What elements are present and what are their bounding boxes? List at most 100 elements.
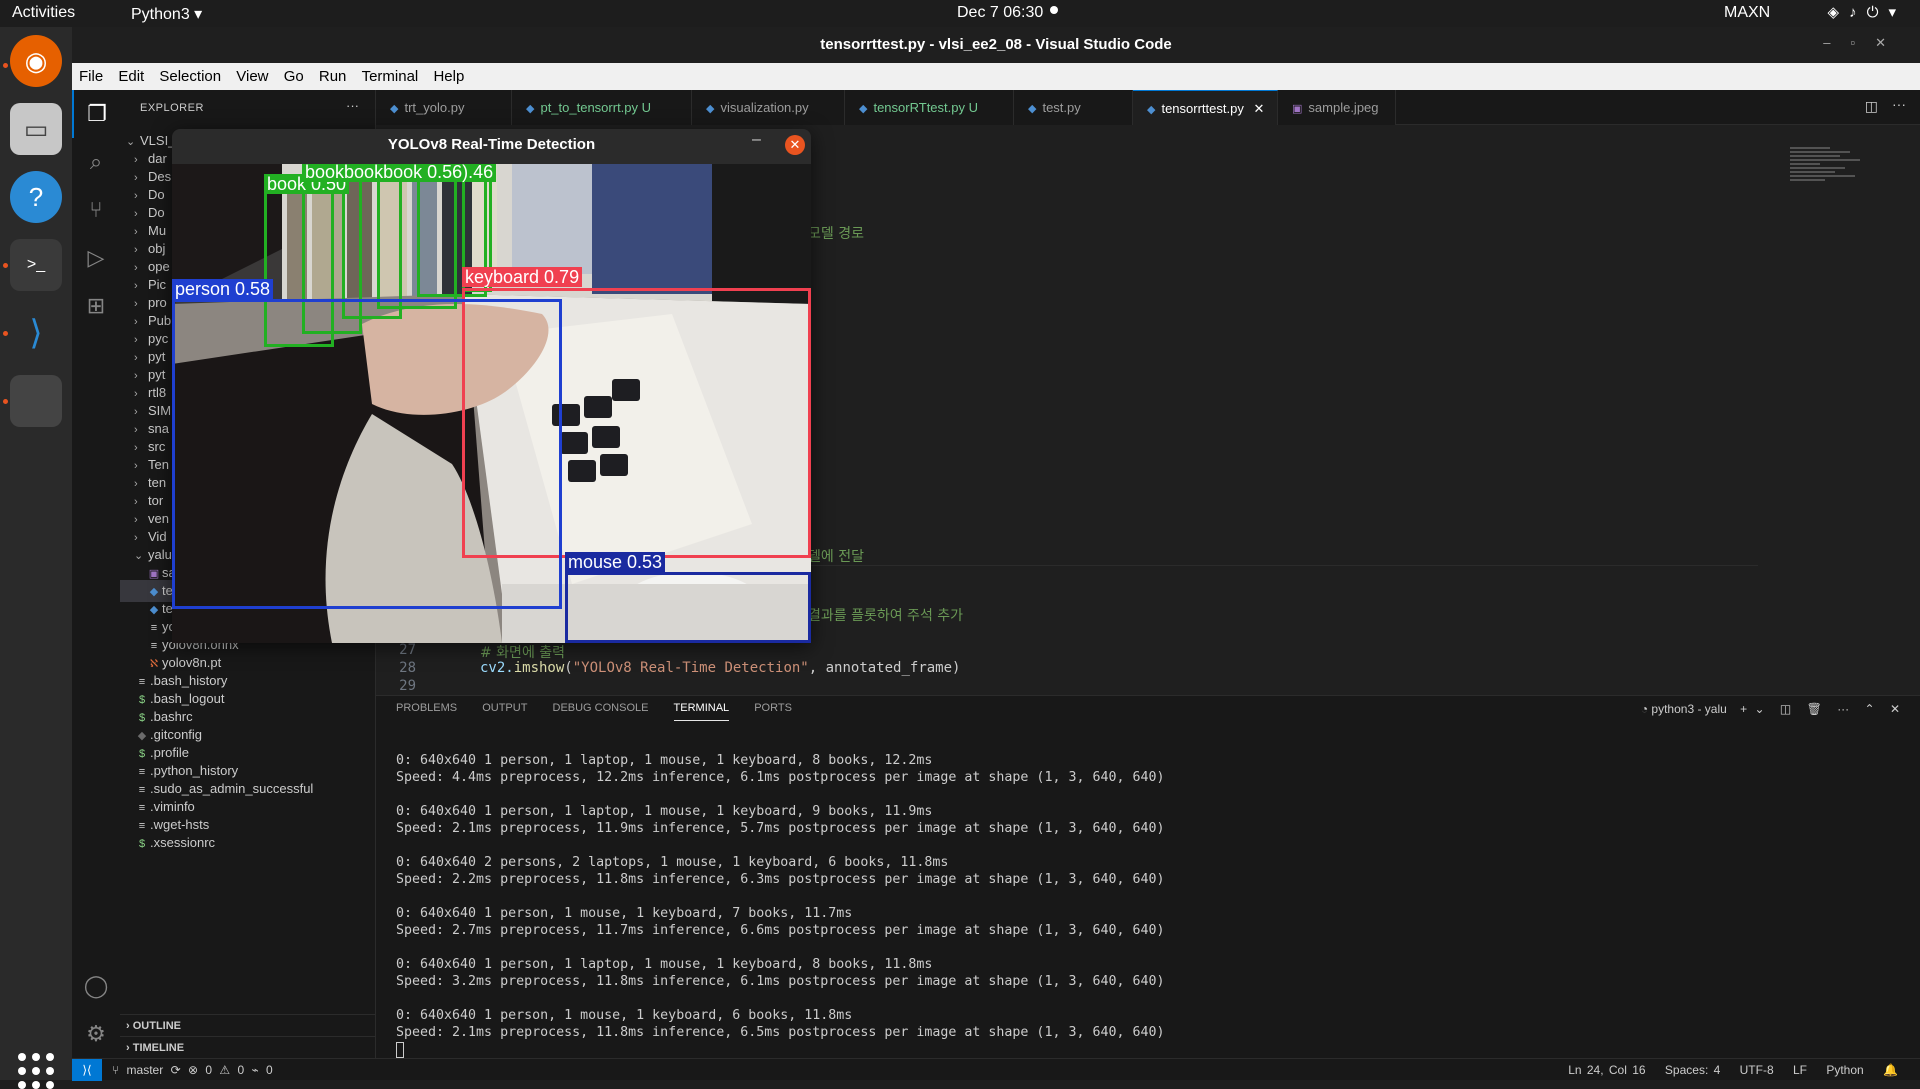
- tab-debug-console[interactable]: DEBUG CONSOLE: [553, 702, 649, 720]
- outline-section[interactable]: › OUTLINE: [120, 1014, 376, 1036]
- tree-item-label: tor: [148, 493, 164, 508]
- explorer-icon[interactable]: ❐: [72, 90, 120, 138]
- tab-pt-to-tensorrt[interactable]: ◆ pt_to_tensorrt.py U: [512, 90, 692, 125]
- untracked-badge: U: [641, 100, 652, 115]
- menu-selection[interactable]: Selection: [152, 63, 225, 85]
- yolo-detection-window[interactable]: YOLOv8 Real-Time Detection – ✕ book 0.50…: [172, 129, 811, 643]
- vscode-icon[interactable]: ⟩: [10, 307, 62, 359]
- tab-visualization[interactable]: ◆ visualization.py: [692, 90, 845, 125]
- split-terminal-icon[interactable]: ◫: [1780, 702, 1791, 716]
- tab-sample-jpeg[interactable]: ▣ sample.jpeg: [1278, 90, 1396, 125]
- settings-gear-icon[interactable]: ⚙: [72, 1010, 120, 1058]
- git-branch[interactable]: master: [127, 1063, 164, 1077]
- split-editor-icon[interactable]: ◫: [1865, 98, 1878, 115]
- line-ending[interactable]: LF: [1793, 1063, 1807, 1077]
- close-panel-icon[interactable]: ✕: [1890, 702, 1900, 716]
- sync-icon[interactable]: ⟳: [171, 1063, 181, 1077]
- tab-tensorrttest-upper[interactable]: ◆ tensorRTtest.py U: [845, 90, 1014, 125]
- trash-icon[interactable]: 🗑: [1807, 702, 1822, 716]
- more-actions-icon[interactable]: ···: [346, 98, 359, 113]
- activity-bar: ❐ ⌕ ⑂ ▷ ⊞ ◯ ⚙: [72, 90, 120, 1058]
- run-debug-icon[interactable]: ▷: [72, 234, 120, 282]
- tree-item-label: Ten: [148, 457, 169, 472]
- menu-terminal[interactable]: Terminal: [355, 63, 423, 85]
- menu-run[interactable]: Run: [312, 63, 351, 85]
- minimap[interactable]: [1790, 145, 1860, 225]
- maximize-panel-icon[interactable]: ⌃: [1865, 702, 1875, 716]
- tree-item-label: Pic: [148, 277, 167, 292]
- status-right: Ln 24, Col 16 Spaces: 4 UTF-8 LF Python …: [1554, 1063, 1898, 1077]
- close-icon[interactable]: ✕: [785, 135, 805, 155]
- source-control-icon[interactable]: ⑂: [72, 186, 120, 234]
- activities-button[interactable]: Activities: [12, 4, 75, 22]
- terminal-icon[interactable]: >_: [10, 239, 62, 291]
- running-indicator: [3, 399, 8, 404]
- firefox-icon[interactable]: ◉: [10, 35, 62, 87]
- tab-output[interactable]: OUTPUT: [482, 702, 527, 720]
- detection-box-mouse: [565, 572, 811, 643]
- tree-file[interactable]: $ .xsessionrc: [120, 832, 376, 854]
- terminal-name[interactable]: python3 - yalu: [1651, 702, 1726, 716]
- tab-trt-yolo[interactable]: ◆ trt_yolo.py: [376, 90, 512, 125]
- clock[interactable]: Dec 7 06:30: [957, 4, 1043, 22]
- terminal-toolbar: ◔ python3 - yalu + ⌄ ◫ 🗑 ··· ⌃ ✕: [1641, 702, 1900, 716]
- minimize-icon[interactable]: –: [1823, 35, 1850, 50]
- terminal-line: 0: 640x640 1 person, 1 mouse, 1 keyboard…: [396, 906, 853, 921]
- remote-icon[interactable]: ⟩⟨: [72, 1059, 102, 1081]
- more-actions-icon[interactable]: ···: [1892, 96, 1906, 112]
- menu-go[interactable]: Go: [277, 63, 308, 85]
- chevron-down-icon[interactable]: ⌄: [1755, 702, 1765, 716]
- menu-help[interactable]: Help: [426, 63, 468, 85]
- account-icon[interactable]: ◯: [72, 962, 120, 1010]
- timeline-section[interactable]: › TIMELINE: [120, 1036, 376, 1058]
- indentation[interactable]: Spaces: 4: [1665, 1063, 1720, 1077]
- window-title: tensorrttest.py - vlsi_ee2_08 - Visual S…: [820, 36, 1172, 53]
- tree-item-label: .bash_history: [150, 673, 228, 688]
- power-icon: ⏻: [1866, 4, 1889, 21]
- tree-item-label: .viminfo: [150, 799, 195, 814]
- tree-item-label: sna: [148, 421, 169, 436]
- notifications-icon[interactable]: 🔔: [1883, 1063, 1898, 1077]
- ports-count[interactable]: ⌁ 0: [252, 1063, 273, 1077]
- system-tray[interactable]: ◈♪⏻▾: [1828, 3, 1906, 21]
- add-terminal-icon[interactable]: +: [1740, 702, 1747, 716]
- extensions-icon[interactable]: ⊞: [72, 282, 120, 330]
- tab-label: pt_to_tensorrt.py: [540, 100, 639, 115]
- language-mode[interactable]: Python: [1826, 1063, 1863, 1077]
- problems-count[interactable]: ⊗ 0 ⚠ 0: [188, 1063, 244, 1077]
- close-tab-icon[interactable]: ✕: [1253, 101, 1264, 116]
- window-controls[interactable]: –▫✕: [1823, 35, 1906, 51]
- close-icon[interactable]: ✕: [1875, 35, 1906, 50]
- app-menu[interactable]: Python3 ▾: [131, 4, 202, 24]
- minimize-icon[interactable]: –: [752, 131, 761, 149]
- more-actions-icon[interactable]: ···: [1837, 702, 1849, 716]
- wifi-icon: ◈: [1827, 4, 1850, 21]
- terminal-line: 0: 640x640 2 persons, 2 laptops, 1 mouse…: [396, 855, 949, 870]
- help-icon[interactable]: ?: [10, 171, 62, 223]
- cursor-position[interactable]: Ln 24, Col 16: [1568, 1063, 1645, 1077]
- menu-file[interactable]: File: [72, 63, 107, 85]
- search-icon[interactable]: ⌕: [72, 138, 120, 186]
- dock: ◉ ▭ ? >_ ⟩: [0, 27, 72, 1089]
- tab-problems[interactable]: PROBLEMS: [396, 702, 457, 720]
- tab-tensorrttest[interactable]: ◆ tensorrttest.py ✕: [1133, 90, 1278, 125]
- opencv-window-icon[interactable]: [10, 375, 62, 427]
- status-bar: ⟩⟨ ⑂ master ⟳ ⊗ 0 ⚠ 0 ⌁ 0 Ln 24, Col 16 …: [72, 1058, 1920, 1081]
- tab-ports[interactable]: PORTS: [754, 702, 792, 720]
- tab-test[interactable]: ◆ test.py: [1014, 90, 1133, 125]
- menu-edit[interactable]: Edit: [111, 63, 148, 85]
- files-icon[interactable]: ▭: [10, 103, 62, 155]
- tab-terminal[interactable]: TERMINAL: [673, 702, 730, 721]
- show-apps-icon[interactable]: [18, 1053, 54, 1089]
- running-indicator: [3, 263, 8, 268]
- nvidia-power-mode[interactable]: MAXN: [1724, 4, 1770, 22]
- menu-view[interactable]: View: [229, 63, 272, 85]
- notification-dot-icon: [1050, 6, 1058, 14]
- terminal-output[interactable]: 0: 640x640 1 person, 1 laptop, 1 mouse, …: [396, 752, 1165, 1041]
- terminal-line: Speed: 2.1ms preprocess, 11.8ms inferenc…: [396, 1025, 1165, 1040]
- encoding[interactable]: UTF-8: [1740, 1063, 1774, 1077]
- tree-item-label: Do: [148, 205, 165, 220]
- maximize-icon[interactable]: ▫: [1850, 35, 1875, 50]
